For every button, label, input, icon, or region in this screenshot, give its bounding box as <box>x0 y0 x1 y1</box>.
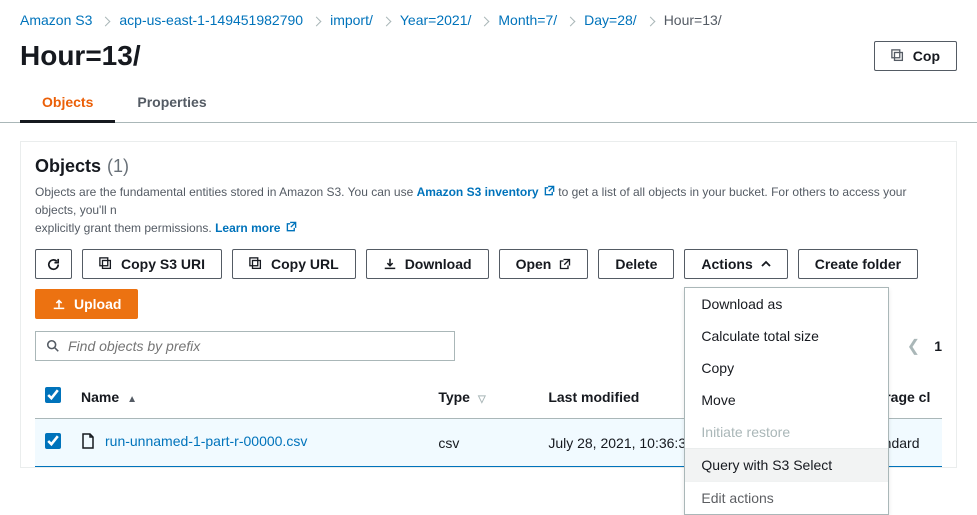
chevron-right-icon <box>481 12 488 28</box>
breadcrumb-item[interactable]: import/ <box>330 12 373 28</box>
cell-type: csv <box>428 419 538 467</box>
copy-s3-uri-header-button[interactable]: Cop <box>874 41 957 71</box>
copy-header-label: Cop <box>913 48 940 64</box>
external-link-icon <box>286 221 297 232</box>
pager: ❮ 1 <box>907 336 942 356</box>
create-folder-label: Create folder <box>815 256 901 272</box>
learn-more-link[interactable]: Learn more <box>215 221 297 235</box>
row-checkbox[interactable] <box>45 433 61 449</box>
copy-icon <box>249 257 263 271</box>
copy-s3-uri-label: Copy S3 URI <box>121 256 205 272</box>
menu-move[interactable]: Move <box>685 384 888 416</box>
delete-button[interactable]: Delete <box>598 249 674 279</box>
toolbar: Copy S3 URI Copy URL Download Open Delet… <box>35 249 942 279</box>
select-all-checkbox[interactable] <box>45 387 61 403</box>
create-folder-button[interactable]: Create folder <box>798 249 918 279</box>
menu-edit-actions[interactable]: Edit actions <box>685 481 888 514</box>
actions-menu: Download as Calculate total size Copy Mo… <box>684 287 889 515</box>
chevron-right-icon <box>383 12 390 28</box>
panel-title: Objects (1) <box>35 156 942 177</box>
external-link-icon <box>544 185 555 196</box>
external-link-icon <box>559 258 571 270</box>
tab-objects[interactable]: Objects <box>20 84 115 123</box>
pager-page: 1 <box>934 338 942 354</box>
objects-panel: Objects (1) Objects are the fundamental … <box>20 141 957 468</box>
sort-icon: ▽ <box>478 394 486 405</box>
delete-label: Delete <box>615 256 657 272</box>
copy-icon <box>891 49 905 63</box>
breadcrumb-item[interactable]: Month=7/ <box>498 12 557 28</box>
caret-up-icon <box>761 259 771 269</box>
menu-query-s3-select[interactable]: Query with S3 Select <box>685 448 888 481</box>
actions-button[interactable]: Actions <box>684 249 787 279</box>
upload-button[interactable]: Upload <box>35 289 138 319</box>
breadcrumb-item[interactable]: acp-us-east-1-149451982790 <box>119 12 303 28</box>
refresh-icon <box>46 257 61 272</box>
refresh-button[interactable] <box>35 249 72 279</box>
col-select-all[interactable] <box>35 375 71 419</box>
object-name-link[interactable]: run-unnamed-1-part-r-00000.csv <box>105 433 307 449</box>
copy-url-button[interactable]: Copy URL <box>232 249 356 279</box>
breadcrumb: Amazon S3 acp-us-east-1-149451982790 imp… <box>0 0 977 36</box>
upload-label: Upload <box>74 296 121 312</box>
menu-calculate-total-size[interactable]: Calculate total size <box>685 320 888 352</box>
download-label: Download <box>405 256 472 272</box>
panel-description: Objects are the fundamental entities sto… <box>35 183 942 237</box>
page-title: Hour=13/ <box>20 40 141 72</box>
tabs: Objects Properties <box>0 84 977 123</box>
panel-title-text: Objects <box>35 156 101 177</box>
breadcrumb-item[interactable]: Amazon S3 <box>20 12 92 28</box>
download-icon <box>383 257 397 271</box>
chevron-right-icon <box>313 12 320 28</box>
chevron-right-icon <box>567 12 574 28</box>
search-box[interactable] <box>35 331 455 361</box>
open-label: Open <box>516 256 552 272</box>
copy-url-label: Copy URL <box>271 256 339 272</box>
search-icon <box>46 339 60 353</box>
open-button[interactable]: Open <box>499 249 589 279</box>
menu-initiate-restore: Initiate restore <box>685 416 888 448</box>
chevron-right-icon <box>647 12 654 28</box>
menu-download-as[interactable]: Download as <box>685 288 888 320</box>
tab-properties[interactable]: Properties <box>115 84 228 122</box>
col-type[interactable]: Type▽ <box>428 375 538 419</box>
upload-icon <box>52 297 66 311</box>
copy-icon <box>99 257 113 271</box>
actions-label: Actions <box>701 256 752 272</box>
col-name[interactable]: Name▲ <box>71 375 428 419</box>
search-input[interactable] <box>68 338 444 354</box>
s3-inventory-link[interactable]: Amazon S3 inventory <box>417 185 555 199</box>
chevron-right-icon <box>102 12 109 28</box>
download-button[interactable]: Download <box>366 249 489 279</box>
panel-count: (1) <box>107 156 129 177</box>
pager-prev[interactable]: ❮ <box>907 336 920 356</box>
file-icon <box>81 433 95 449</box>
copy-s3-uri-button[interactable]: Copy S3 URI <box>82 249 222 279</box>
breadcrumb-item[interactable]: Year=2021/ <box>400 12 472 28</box>
breadcrumb-item-current: Hour=13/ <box>664 12 722 28</box>
breadcrumb-item[interactable]: Day=28/ <box>584 12 637 28</box>
sort-asc-icon: ▲ <box>127 394 137 405</box>
menu-copy[interactable]: Copy <box>685 352 888 384</box>
